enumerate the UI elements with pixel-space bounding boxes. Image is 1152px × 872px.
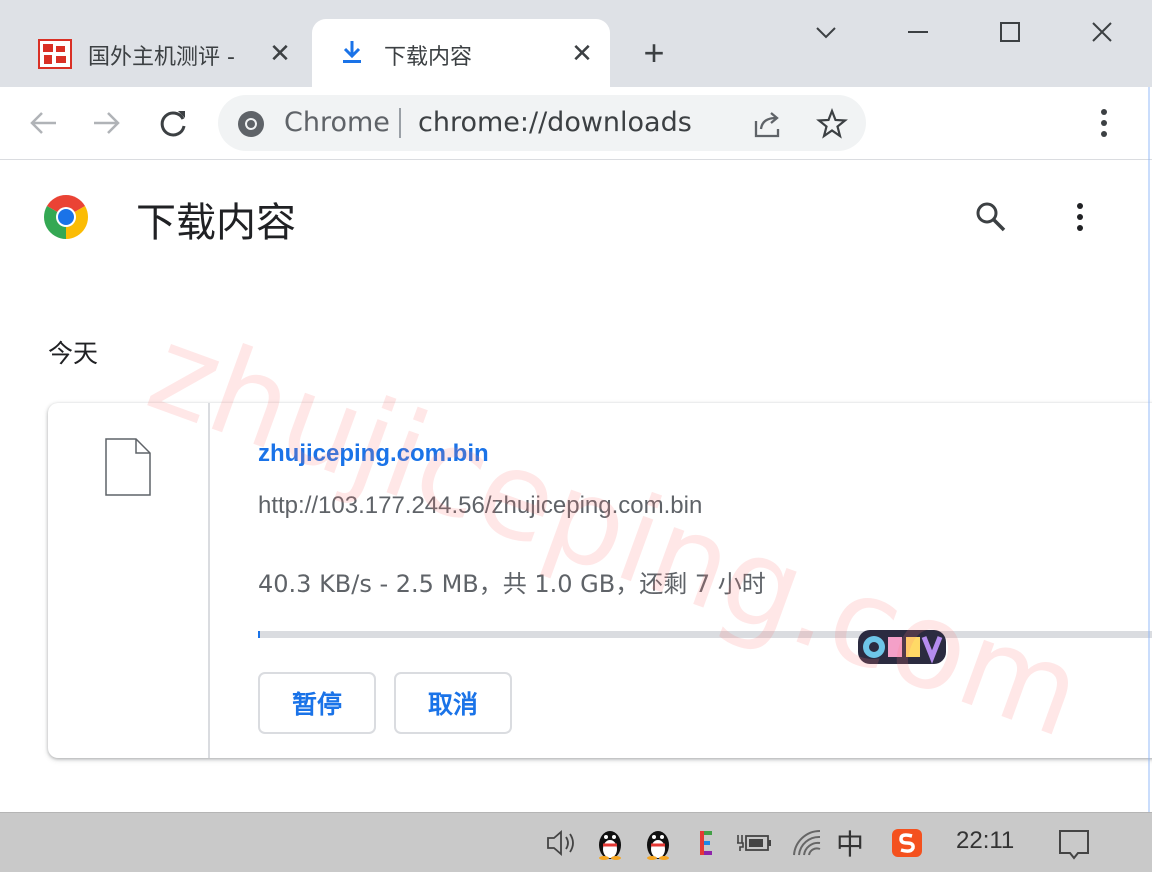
ime-indicator[interactable]: 中 [834, 823, 866, 863]
taskbar: 中 22:11 [0, 812, 1152, 872]
site-label: Chrome [284, 107, 390, 138]
file-icon [105, 438, 151, 496]
card-divider [208, 403, 210, 758]
forward-icon[interactable] [90, 107, 124, 139]
omnibox[interactable]: Chrome chrome://downloads [218, 95, 866, 151]
qq-penguin-icon[interactable] [642, 823, 674, 863]
tab-strip: 国外主机测评 - ✕ 下载内容 ✕ + [0, 0, 1152, 87]
page-title: 下载内容 [136, 200, 296, 246]
reload-icon[interactable] [156, 107, 190, 139]
tab-title: 国外主机测评 - [88, 45, 235, 70]
browser-menu-icon[interactable] [1092, 107, 1116, 139]
sticker-logo-icon [858, 630, 946, 664]
search-icon[interactable] [974, 200, 1008, 234]
tab-title: 下载内容 [384, 45, 473, 70]
tab-zhujiceping[interactable]: 国外主机测评 - ✕ [18, 19, 308, 87]
sogou-input-icon[interactable] [890, 823, 924, 863]
tab-search-chevron-icon[interactable] [806, 14, 846, 54]
volume-icon[interactable] [544, 823, 580, 863]
page-menu-icon[interactable] [1068, 200, 1092, 234]
progress-fill [258, 631, 261, 638]
battery-charging-icon[interactable] [736, 823, 774, 863]
minimize-icon[interactable] [898, 14, 938, 54]
colorful-e-app-icon[interactable] [696, 823, 716, 863]
close-tab-icon[interactable]: ✕ [568, 39, 596, 67]
tab-downloads[interactable]: 下载内容 ✕ [312, 19, 610, 87]
bookmark-star-icon[interactable] [816, 108, 848, 140]
notification-center-icon[interactable] [1056, 823, 1092, 863]
clock[interactable]: 22:11 [956, 827, 1014, 855]
cancel-button[interactable]: 取消 [394, 672, 512, 734]
download-status: 40.3 KB/s - 2.5 MB，共 1.0 GB，还剩 7 小时 [258, 570, 766, 598]
file-source-url[interactable]: http://103.177.244.56/zhujiceping.com.bi… [258, 492, 702, 520]
qq-penguin-icon[interactable] [594, 823, 626, 863]
close-tab-icon[interactable]: ✕ [266, 39, 294, 67]
site-favicon-icon [38, 39, 72, 69]
pause-button[interactable]: 暂停 [258, 672, 376, 734]
browser-toolbar: Chrome chrome://downloads [0, 87, 1152, 160]
maximize-icon[interactable] [990, 14, 1030, 54]
chrome-icon [238, 111, 264, 137]
file-name-link[interactable]: zhujiceping.com.bin [258, 440, 489, 468]
close-window-icon[interactable] [1082, 14, 1122, 54]
omnibox-divider [399, 108, 401, 138]
progress-bar [258, 631, 1152, 638]
share-icon[interactable] [752, 109, 784, 139]
wifi-icon[interactable] [790, 823, 824, 863]
new-tab-button[interactable]: + [634, 33, 674, 73]
date-section-heading: 今天 [48, 339, 99, 368]
chrome-logo-icon [44, 195, 88, 239]
window-edge [1148, 87, 1150, 812]
back-icon[interactable] [26, 107, 60, 139]
url-text[interactable]: chrome://downloads [418, 95, 692, 151]
download-icon [343, 41, 361, 63]
